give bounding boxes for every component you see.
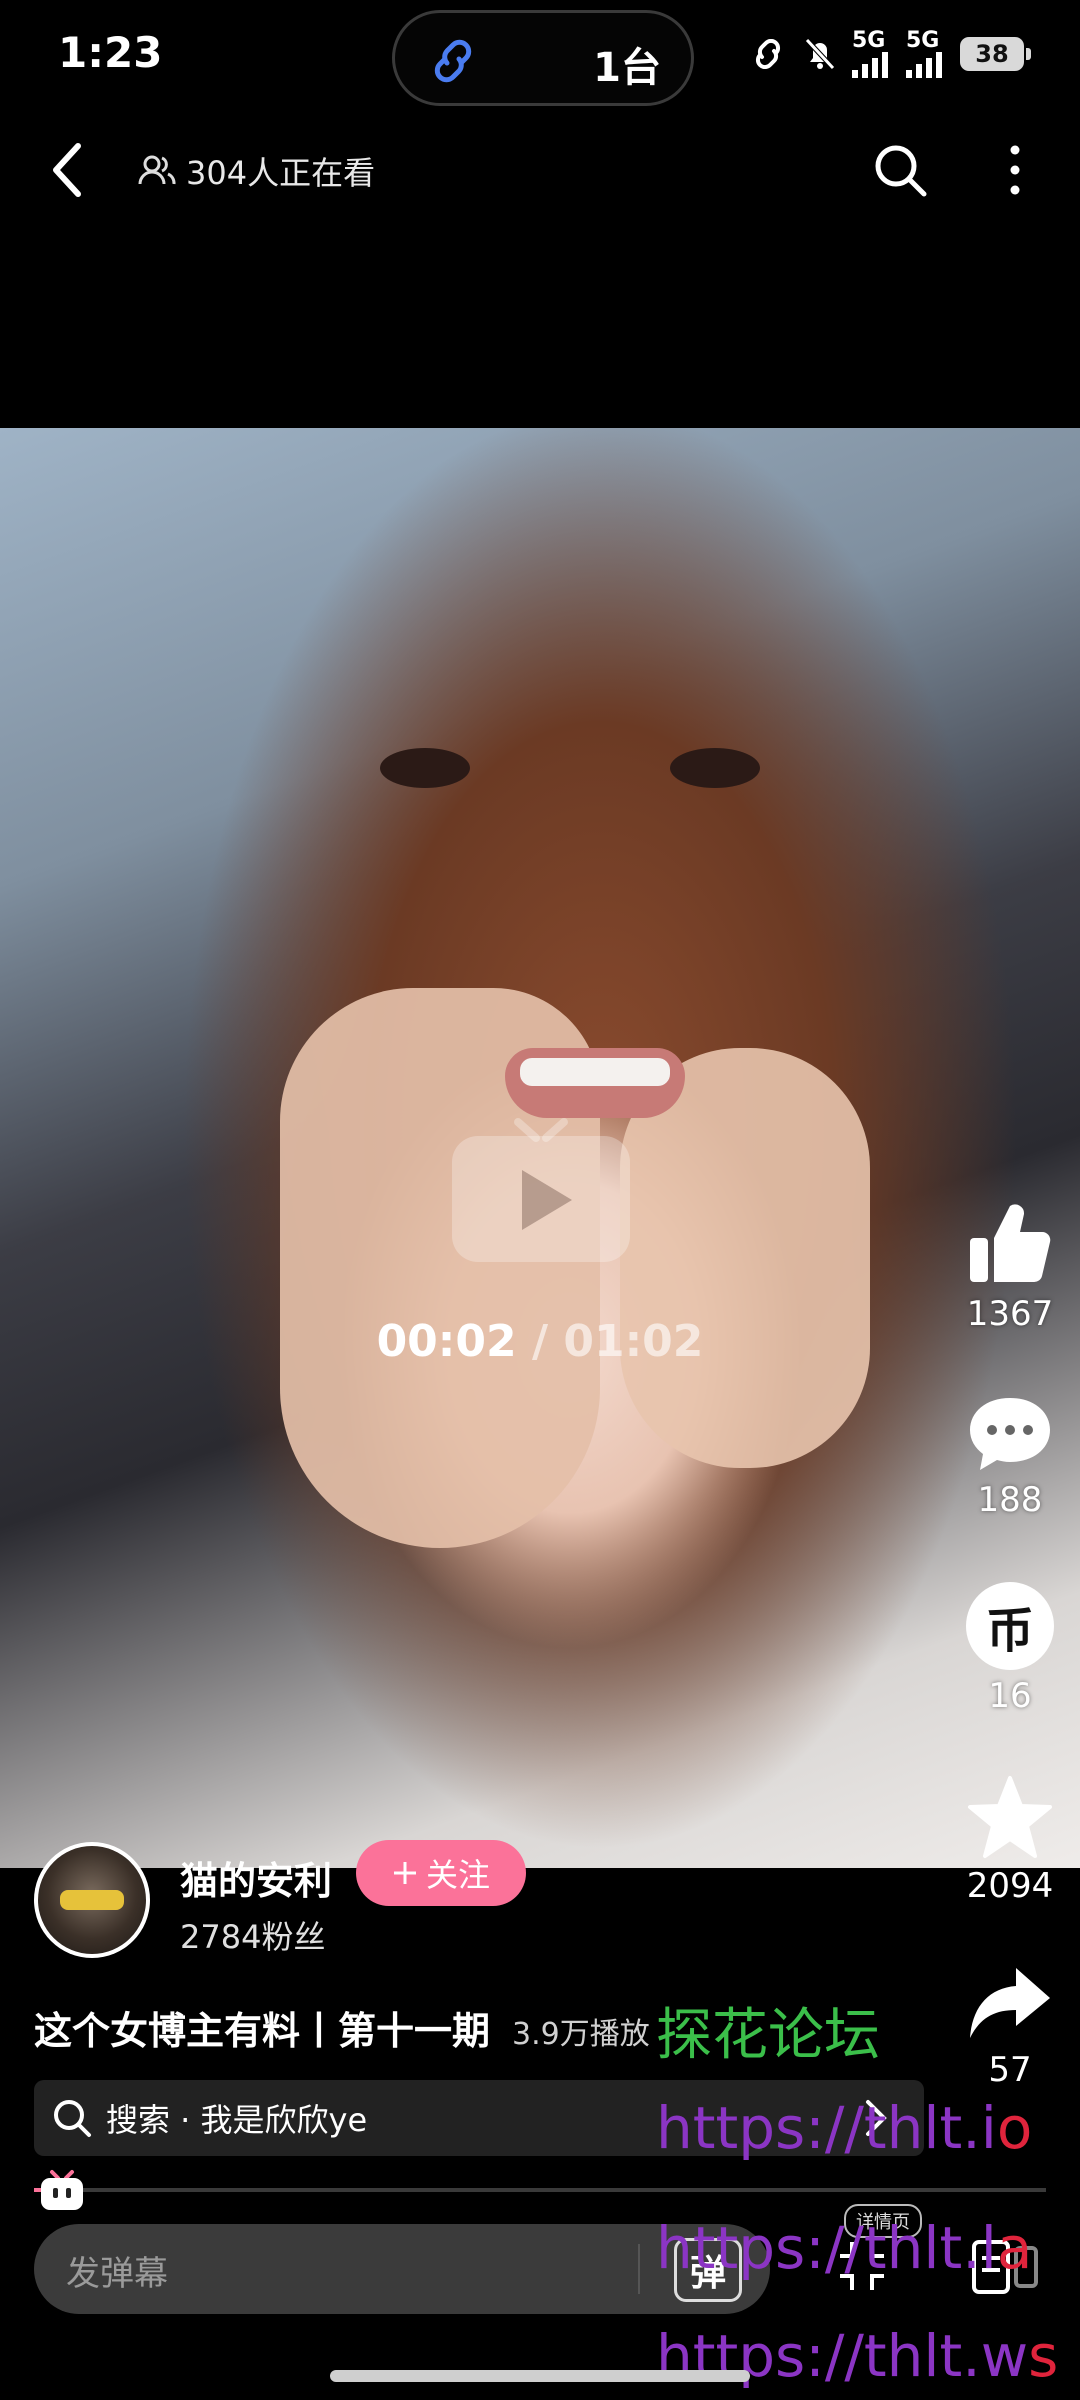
status-indicators: 5G 5G 38 xyxy=(748,24,1031,84)
favorite-count: 2094 xyxy=(966,1866,1054,1906)
avatar-image xyxy=(38,1846,146,1954)
signal-2: 5G xyxy=(906,30,946,78)
dynamic-island[interactable]: 1台 xyxy=(392,10,694,106)
video-frame-detail xyxy=(520,1058,670,1086)
comment-action[interactable]: 188 xyxy=(958,1394,1062,1520)
coin-count: 16 xyxy=(988,1676,1032,1716)
playback-time: 00:02 / 01:02 xyxy=(0,1316,1080,1367)
search-icon xyxy=(54,2100,91,2137)
video-caption[interactable]: 这个女博主有料丨第十一期 3.9万播放 xyxy=(34,2000,650,2055)
danmu-placeholder: 发弹幕 xyxy=(66,2254,168,2294)
viewer-count: 304人正在看 xyxy=(138,148,375,194)
watermark-url-3-tail: s xyxy=(1028,2322,1059,2390)
author-name[interactable]: 猫的安利 xyxy=(180,1850,332,1905)
battery-indicator: 38 xyxy=(960,37,1031,71)
watermark-url-1-main: https://thlt.i xyxy=(656,2094,997,2162)
viewer-count-text: 304人正在看 xyxy=(186,154,376,192)
star-icon xyxy=(968,1776,1052,1858)
signal-1: 5G xyxy=(852,30,892,78)
follow-label: 关注 xyxy=(425,1856,490,1894)
network-type-1: 5G xyxy=(852,28,886,53)
comment-count: 188 xyxy=(977,1480,1043,1520)
video-title: 这个女博主有料丨第十一期 xyxy=(34,2009,491,2053)
signal-bars-icon xyxy=(906,52,942,78)
video-frame-detail xyxy=(380,748,780,808)
fans-count: 2784粉丝 xyxy=(180,1918,326,1956)
search-icon[interactable] xyxy=(872,142,928,198)
play-button-icon[interactable] xyxy=(448,1110,634,1266)
watermark-url-2: https://thlt.la xyxy=(656,2214,1032,2282)
current-time: 00:02 xyxy=(376,1316,517,1367)
network-type-2: 5G xyxy=(906,28,940,53)
avatar-sunglasses xyxy=(60,1890,124,1910)
share-arrow-icon xyxy=(970,1968,1050,2038)
link-status-icon xyxy=(755,39,781,69)
divider xyxy=(638,2244,640,2294)
follow-button[interactable]: 关注 xyxy=(356,1840,526,1906)
avatar[interactable] xyxy=(34,1842,150,1958)
watermark-forum: 探花论坛 xyxy=(656,2003,880,2068)
watermark-url-1: https://thlt.io xyxy=(656,2094,1032,2162)
comment-bubble-icon xyxy=(970,1398,1050,1470)
like-count: 1367 xyxy=(966,1294,1054,1334)
status-time: 1:23 xyxy=(58,28,163,77)
coin-action[interactable]: 币 16 xyxy=(958,1582,1062,1716)
thumbs-up-icon xyxy=(970,1204,1051,1283)
video-progress-bar[interactable] xyxy=(34,2188,1046,2192)
coin-icon: 币 xyxy=(966,1582,1054,1670)
users-icon xyxy=(138,155,176,185)
mute-bell-icon xyxy=(805,38,835,70)
status-bar: 1:23 1台 5G 5G 38 xyxy=(0,0,1080,110)
plus-icon xyxy=(393,1862,416,1884)
watermark-url-1-tail: o xyxy=(996,2094,1033,2162)
home-indicator[interactable] xyxy=(330,2370,750,2382)
share-action[interactable]: 57 xyxy=(958,1964,1062,2090)
like-action[interactable]: 1367 xyxy=(958,1200,1062,1334)
watermark-url-2-tail: a xyxy=(996,2214,1033,2282)
watermark-url-2-main: https://thlt.l xyxy=(656,2214,997,2282)
top-nav: 304人正在看 xyxy=(0,120,1080,220)
time-separator: / xyxy=(531,1316,549,1367)
signal-bars-icon xyxy=(852,52,888,78)
back-arrow-icon[interactable] xyxy=(40,138,96,202)
tv-scrubber-icon[interactable] xyxy=(38,2168,86,2212)
play-count: 3.9万播放 xyxy=(512,2017,650,2052)
favorite-action[interactable]: 2094 xyxy=(958,1774,1062,1906)
share-count: 57 xyxy=(988,2050,1032,2090)
related-search-text: 搜索 · 我是欣欣ye xyxy=(106,2101,368,2139)
link-icon xyxy=(434,39,472,83)
more-vertical-icon[interactable] xyxy=(1000,142,1030,198)
duration: 01:02 xyxy=(563,1316,704,1367)
island-device-count: 1台 xyxy=(593,45,661,91)
